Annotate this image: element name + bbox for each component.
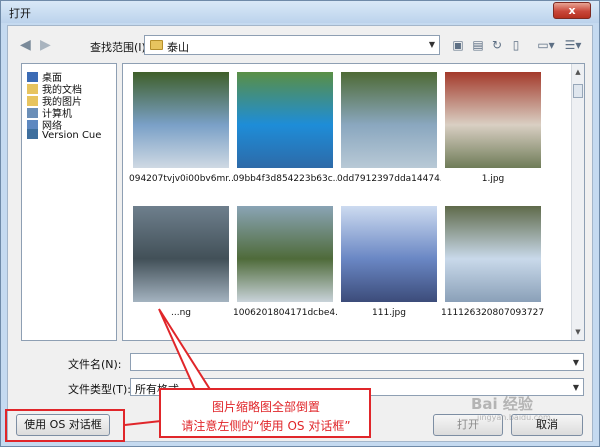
lookin-value: 泰山	[167, 41, 189, 54]
chevron-down-icon[interactable]: ▼	[569, 379, 583, 397]
title-bar: 打开 x	[1, 1, 599, 23]
file-thumbnail[interactable]	[445, 206, 541, 302]
watermark-logo: Bai 经验	[471, 395, 533, 413]
file-name[interactable]: 09bb4f3d854223b63c...	[233, 174, 337, 184]
annotation-highlight	[5, 409, 125, 442]
drive-icon[interactable]: ▭▾	[534, 37, 558, 53]
back-icon[interactable]: ◀	[20, 38, 34, 52]
file-name[interactable]: 0dd7912397dda14474...	[337, 174, 441, 184]
scroll-up-icon[interactable]: ▲	[572, 66, 584, 78]
close-button[interactable]: x	[553, 2, 591, 19]
folder-icon	[150, 40, 163, 50]
file-name[interactable]: 111.jpg	[337, 308, 441, 318]
file-thumbnail[interactable]	[133, 72, 229, 168]
annotation-line1: 图片缩略图全部倒置	[211, 400, 320, 414]
dialog-body: ◀ ▶ 查找范围(I): 泰山 ▼ ▣ ▤ ↻ ▯ ▭▾ ☰▾ 桌面 我的文档 我的…	[7, 25, 593, 442]
up-folder-icon[interactable]: ▣	[450, 37, 466, 53]
filename-label: 文件名(N):	[68, 358, 122, 371]
scroll-thumb[interactable]	[573, 84, 583, 98]
file-name[interactable]: 1006201804171dcbe4...	[233, 308, 337, 318]
file-name[interactable]: ...ng	[129, 308, 233, 318]
chevron-down-icon[interactable]: ▼	[425, 36, 439, 54]
place-label: Version Cue	[42, 130, 102, 141]
refresh-icon[interactable]: ↻	[489, 37, 505, 53]
file-thumbnail[interactable]	[341, 72, 437, 168]
view-menu-icon[interactable]: ☰▾	[561, 37, 585, 53]
file-name[interactable]: 1.jpg	[441, 174, 545, 184]
file-list: ▲ ▼ 094207tvjv0i00bv6mr... 09bb4f3d854223…	[122, 63, 585, 341]
file-thumbnail[interactable]	[445, 72, 541, 168]
lookin-label: 查找范围(I):	[90, 41, 150, 54]
file-thumbnail[interactable]	[341, 206, 437, 302]
file-thumbnail[interactable]	[133, 206, 229, 302]
lookin-combo[interactable]: 泰山 ▼	[144, 35, 440, 55]
watermark-url: jingyan.baidu.com	[477, 413, 551, 422]
places-panel: 桌面 我的文档 我的图片 计算机 网络 Version Cue	[21, 63, 117, 341]
place-item[interactable]: Version Cue	[27, 129, 101, 143]
file-name[interactable]: 111126320807093727...	[441, 308, 545, 318]
delete-icon[interactable]: ▯	[508, 37, 524, 53]
file-thumbnail[interactable]	[237, 72, 333, 168]
annotation-line2: 请注意左侧的“使用 OS 对话框”	[181, 419, 351, 433]
scrollbar[interactable]: ▲ ▼	[571, 64, 584, 340]
open-dialog: 打开 x ◀ ▶ 查找范围(I): 泰山 ▼ ▣ ▤ ↻ ▯ ▭▾ ☰▾ 桌面我…	[0, 0, 600, 447]
file-name[interactable]: 094207tvjv0i00bv6mr...	[129, 174, 233, 184]
file-thumbnail[interactable]	[237, 206, 333, 302]
scroll-down-icon[interactable]: ▼	[572, 326, 584, 338]
filename-input[interactable]: ▼	[130, 353, 584, 371]
window-title: 打开	[9, 7, 31, 20]
chevron-down-icon[interactable]: ▼	[569, 354, 583, 372]
filetype-label: 文件类型(T):	[68, 383, 132, 396]
annotation-callout: 图片缩略图全部倒置 请注意左侧的“使用 OS 对话框”	[159, 388, 371, 438]
new-folder-icon[interactable]: ▤	[470, 37, 486, 53]
version-cue-icon	[27, 129, 38, 139]
forward-icon[interactable]: ▶	[40, 38, 54, 52]
